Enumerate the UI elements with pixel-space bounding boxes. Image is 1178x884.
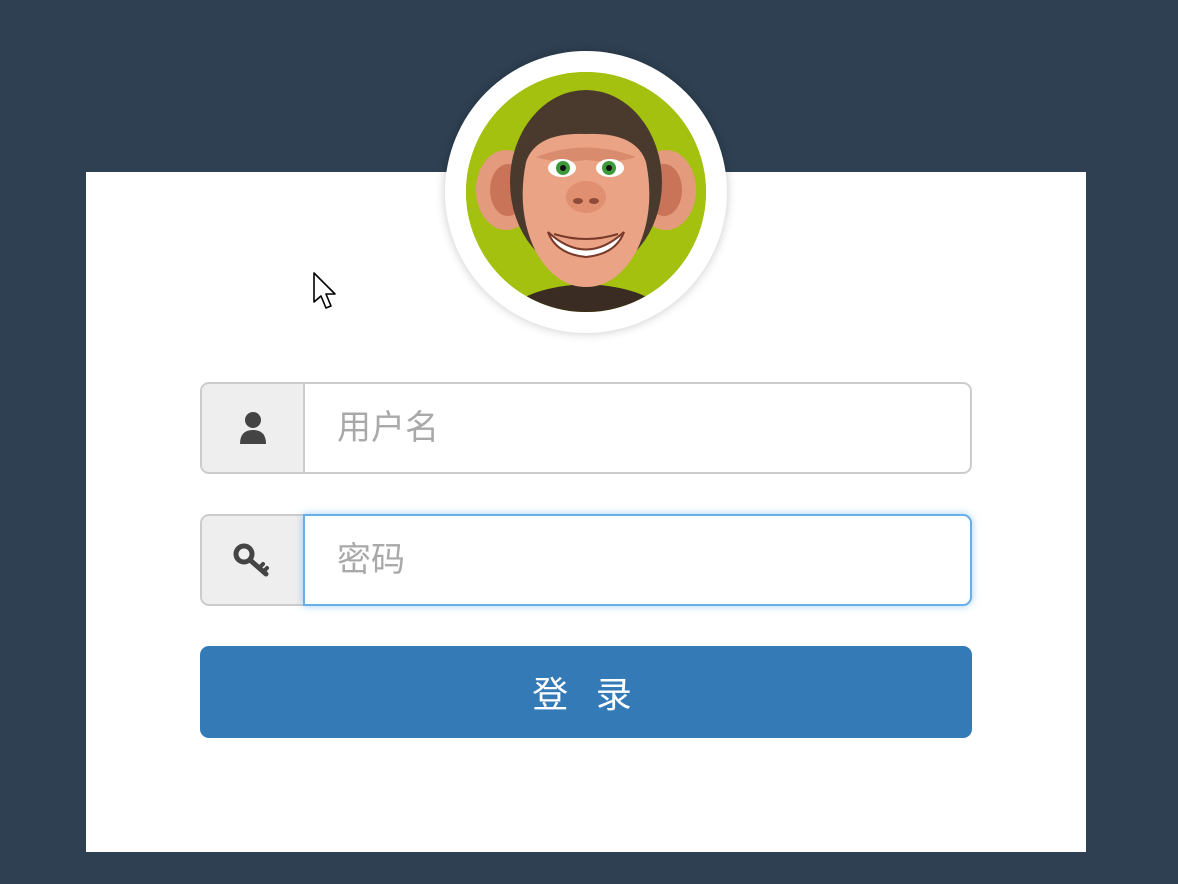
user-icon bbox=[239, 412, 266, 444]
monkey-avatar-icon bbox=[466, 72, 706, 312]
password-input[interactable] bbox=[303, 514, 972, 606]
key-icon bbox=[233, 543, 269, 577]
username-input[interactable] bbox=[303, 382, 972, 474]
avatar-frame bbox=[445, 51, 727, 333]
login-button[interactable]: 登 录 bbox=[200, 646, 972, 738]
password-group bbox=[200, 514, 972, 606]
avatar bbox=[466, 72, 706, 312]
password-addon bbox=[200, 514, 303, 606]
username-addon bbox=[200, 382, 303, 474]
username-group bbox=[200, 382, 972, 474]
mouse-pointer-icon bbox=[313, 272, 336, 309]
login-page: 登 录 bbox=[0, 0, 1178, 884]
